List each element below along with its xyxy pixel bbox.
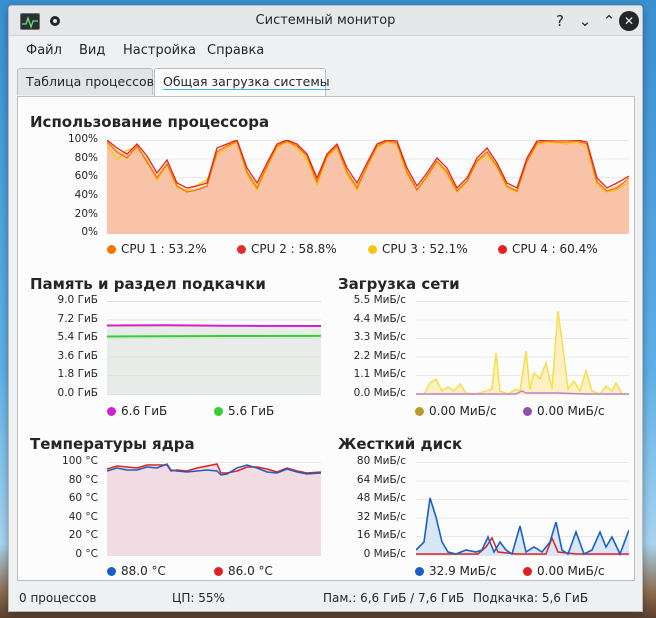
disk-read-legend-label: 32.9 МиБ/с [429, 564, 497, 578]
minimize-button[interactable]: ⌄ [575, 11, 595, 31]
cpu-tick: 20% [74, 208, 98, 220]
cpu3-legend-dot [368, 245, 377, 254]
network-recv-legend: 0.00 МиБ/с [415, 404, 497, 418]
network-title: Загрузка сети [338, 275, 460, 293]
cpu-title: Использование процессора [30, 113, 270, 131]
cpu-tick: 0% [81, 226, 98, 238]
cpu1-legend: CPU 1 : 53.2% [107, 242, 207, 256]
status-cpu: ЦП: 55% [172, 591, 225, 605]
close-button[interactable]: ✕ [619, 11, 639, 31]
menu-file[interactable]: Файл [26, 43, 62, 58]
core1-temp-legend-label: 88.0 °C [121, 564, 166, 578]
memory-tick: 1.8 ГиБ [57, 368, 98, 380]
network-tick: 5.5 МиБ/с [353, 294, 406, 306]
tab-system-load-label: Общая загрузка системы [163, 74, 330, 90]
tab-process-table[interactable]: Таблица процессов [17, 68, 154, 95]
cpu1-legend-dot [107, 245, 116, 254]
disk-title: Жесткий диск [338, 435, 463, 453]
disk-tick: 80 МиБ/с [356, 455, 406, 467]
temperature-title: Температуры ядра [30, 435, 195, 453]
memory-tick: 7.2 ГиБ [57, 313, 98, 325]
disk-tick: 64 МиБ/с [356, 474, 406, 486]
network-send-legend-dot [523, 407, 532, 416]
network-tick: 4.4 МиБ/с [353, 313, 406, 325]
temperature-tick: 20 °C [68, 529, 98, 541]
swap-legend: 5.6 ГиБ [214, 404, 274, 418]
cpu4-legend: CPU 4 : 60.4% [498, 242, 598, 256]
cpu-tick: 60% [74, 170, 98, 182]
cpu3-legend: CPU 3 : 52.1% [368, 242, 468, 256]
disk-tick: 16 МиБ/с [356, 529, 406, 541]
memory-legend: 6.6 ГиБ [107, 404, 167, 418]
memory-title: Память и раздел подкачки [30, 275, 266, 293]
memory-tick: 9.0 ГиБ [57, 294, 98, 306]
menu-help[interactable]: Справка [207, 43, 264, 58]
disk-tick: 0 МиБ/с [363, 548, 406, 560]
network-tick: 1.1 МиБ/с [353, 368, 406, 380]
help-button[interactable]: ? [550, 11, 570, 31]
core2-temp-legend-label: 86.0 °C [228, 564, 273, 578]
disk-write-legend-dot [523, 567, 532, 576]
menu-view[interactable]: Вид [79, 43, 105, 58]
disk-read-legend: 32.9 МиБ/с [415, 564, 497, 578]
disk-tick: 48 МиБ/с [356, 492, 406, 504]
network-tick: 2.2 МиБ/с [353, 350, 406, 362]
temperature-tick: 60 °C [68, 492, 98, 504]
network-tick: 0.0 МиБ/с [353, 387, 406, 399]
network-send-legend: 0.00 МиБ/с [523, 404, 605, 418]
network-recv-legend-label: 0.00 МиБ/с [429, 404, 497, 418]
system-monitor-window: Системный монитор ? ⌄ ⌃ ✕ Файл Вид Настр… [8, 5, 643, 612]
network-recv-legend-dot [415, 407, 424, 416]
cpu3-legend-label: CPU 3 : 52.1% [382, 242, 468, 256]
status-swap: Подкачка: 5,6 ГиБ [473, 591, 589, 605]
network-graph [416, 301, 629, 395]
menu-bar: Файл Вид Настройка Справка [9, 37, 642, 65]
memory-tick: 3.6 ГиБ [57, 350, 98, 362]
core2-temp-legend: 86.0 °C [214, 564, 273, 578]
cpu-tick: 40% [74, 189, 98, 201]
tab-process-table-label: Таблица процессов [26, 74, 154, 89]
swap-legend-label: 5.6 ГиБ [228, 404, 275, 418]
memory-legend-dot [107, 407, 116, 416]
menu-settings[interactable]: Настройка [123, 43, 196, 58]
cpu2-legend-dot [237, 245, 246, 254]
disk-write-legend-label: 0.00 МиБ/с [537, 564, 605, 578]
disk-read-legend-dot [415, 567, 424, 576]
temperature-tick: 80 °C [68, 474, 98, 486]
core1-temp-legend: 88.0 °C [107, 564, 166, 578]
memory-legend-label: 6.6 ГиБ [121, 404, 168, 418]
temperature-graph [107, 462, 321, 556]
cpu2-legend: CPU 2 : 58.8% [237, 242, 337, 256]
status-processes: 0 процессов [19, 591, 97, 605]
memory-tick: 5.4 ГиБ [57, 331, 98, 343]
disk-write-legend: 0.00 МиБ/с [523, 564, 605, 578]
cpu2-legend-label: CPU 2 : 58.8% [251, 242, 337, 256]
network-tick: 3.3 МиБ/с [353, 331, 406, 343]
disk-tick: 32 МиБ/с [356, 511, 406, 523]
temperature-tick: 0 °C [75, 548, 98, 560]
cpu4-legend-dot [498, 245, 507, 254]
memory-graph [107, 301, 321, 395]
cpu-tick: 100% [67, 133, 98, 145]
window-title: Системный монитор [255, 13, 396, 28]
network-send-legend-label: 0.00 МиБ/с [537, 404, 605, 418]
title-bar[interactable]: Системный монитор ? ⌄ ⌃ ✕ [9, 6, 642, 36]
system-load-panel: Использование процессора 100% 80% 60% 40… [17, 96, 635, 581]
status-bar: 0 процессов ЦП: 55% Пам.: 6,6 ГиБ / 7,6 … [9, 588, 642, 610]
cpu-tick: 80% [74, 152, 98, 164]
swap-legend-dot [214, 407, 223, 416]
status-memory: Пам.: 6,6 ГиБ / 7,6 ГиБ [323, 591, 465, 605]
temperature-tick: 100 °C [62, 455, 98, 467]
cpu1-legend-label: CPU 1 : 53.2% [121, 242, 207, 256]
core2-temp-legend-dot [214, 567, 223, 576]
cpu4-legend-label: CPU 4 : 60.4% [512, 242, 598, 256]
tab-system-load[interactable]: Общая загрузка системы [154, 68, 330, 97]
temperature-tick: 40 °C [68, 511, 98, 523]
maximize-button[interactable]: ⌃ [599, 11, 619, 31]
cpu-graph [107, 140, 629, 234]
disk-graph [416, 462, 629, 556]
core1-temp-legend-dot [107, 567, 116, 576]
memory-tick: 0.0 ГиБ [57, 387, 98, 399]
